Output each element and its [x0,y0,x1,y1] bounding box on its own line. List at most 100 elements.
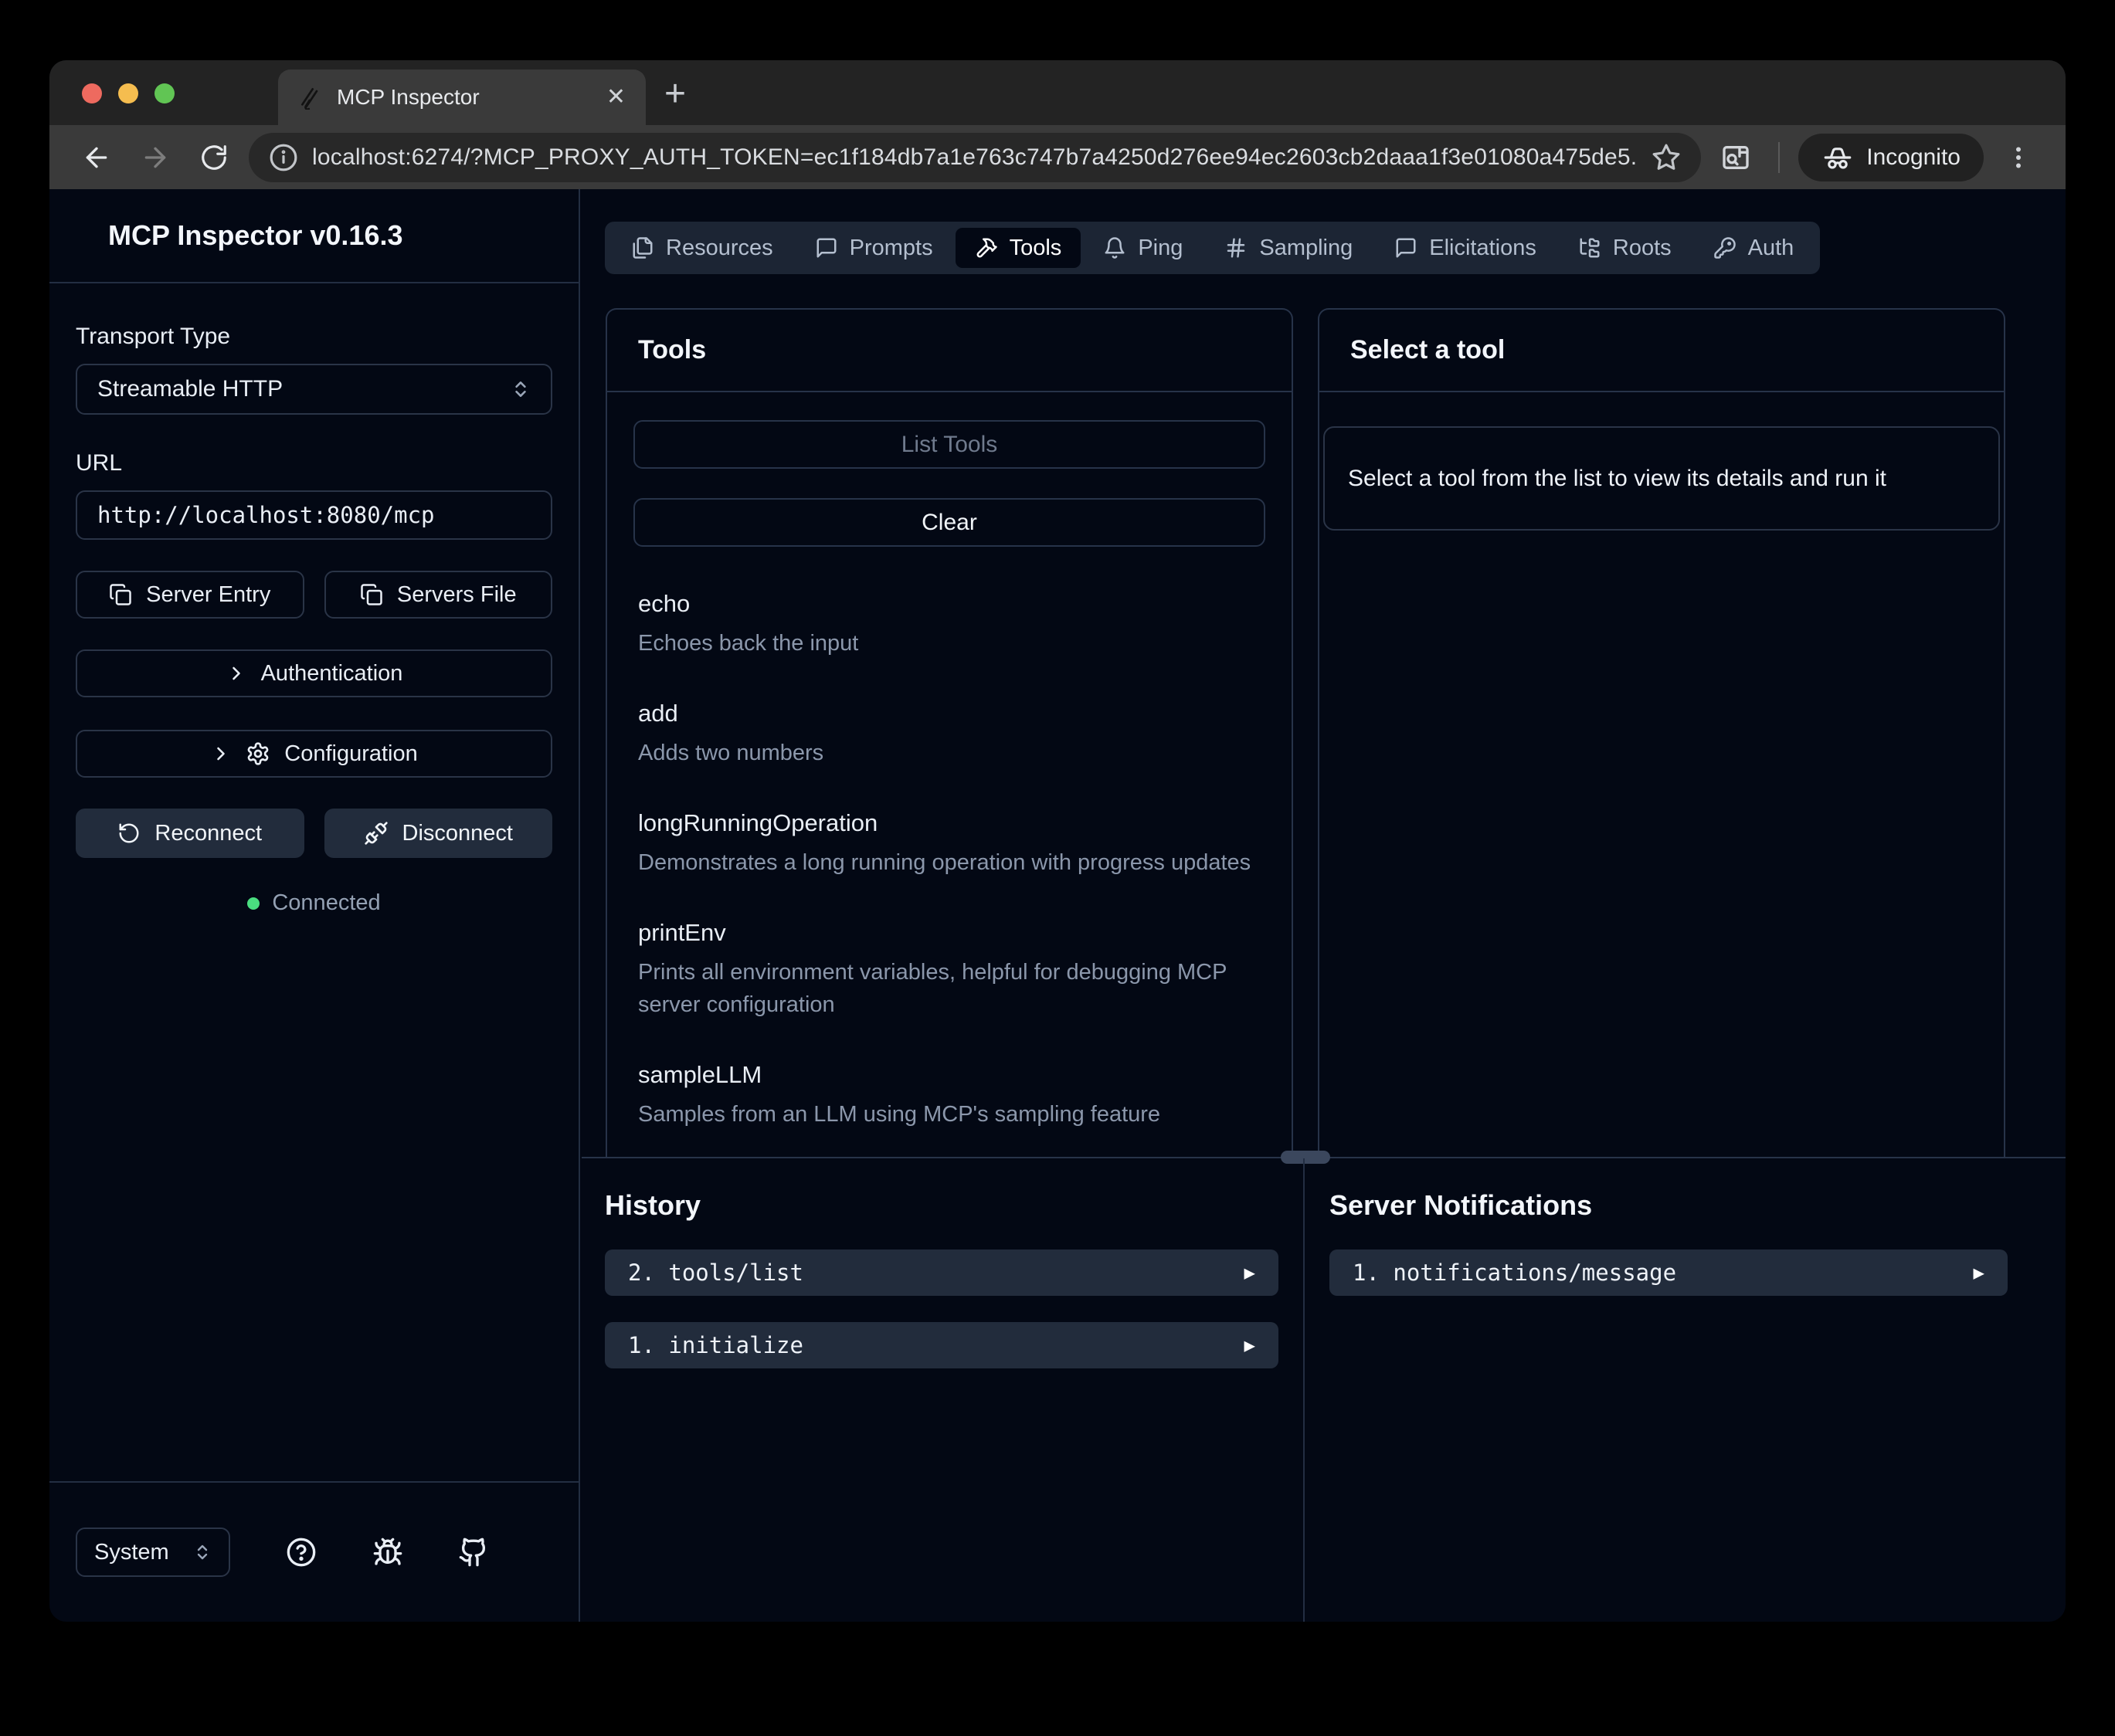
theme-select[interactable]: System [76,1527,230,1577]
copy-icon-label: Server Entry [146,582,270,608]
close-window-button[interactable] [82,83,102,103]
incognito-badge: Incognito [1798,134,1984,181]
tools-panel: Tools List Tools Clear echo Echoes back … [606,308,1293,1157]
browser-tabstrip: MCP Inspector ✕ + [49,60,2066,125]
browser-menu-icon[interactable] [1994,134,2042,181]
browser-tab[interactable]: MCP Inspector ✕ [278,70,646,125]
tabs-list: Resources Prompts Tools Ping Sampling [605,222,1820,274]
sidebar: MCP Inspector v0.16.3 Transport Type Str… [49,189,580,1622]
address-bar[interactable]: localhost:6274/?MCP_PROXY_AUTH_TOKEN=ec1… [249,133,1701,182]
message-square-icon [1394,236,1417,259]
tool-list: echo Echoes back the input add Adds two … [633,547,1265,1131]
tool-details-title: Select a tool [1350,335,1505,365]
folder-tree-icon [1578,236,1601,259]
toolbar-separator [1778,142,1780,173]
browser-window: MCP Inspector ✕ + localhost:6274/?MCP_PR… [49,60,2066,1622]
tool-details-panel: Select a tool Select a tool from the lis… [1318,308,2005,1157]
history-panel: History 2. tools/list ▶ 1. initialize ▶ [605,1158,1278,1622]
tool-item-add[interactable]: add Adds two numbers [638,700,1261,769]
sidebar-footer: System [49,1481,579,1622]
status-text: Connected [272,890,380,916]
message-square-icon [815,236,838,259]
tab-close-icon[interactable]: ✕ [606,86,626,109]
back-icon[interactable] [73,134,121,181]
transport-type-select[interactable]: Streamable HTTP [76,364,552,415]
tool-details-header: Select a tool [1319,310,2004,392]
restart-icon [117,822,141,845]
tab-sampling[interactable]: Sampling [1205,228,1372,268]
tools-panel-header: Tools [607,310,1292,392]
url-text[interactable]: localhost:6274/?MCP_PROXY_AUTH_TOKEN=ec1… [312,144,1638,171]
incognito-label: Incognito [1866,144,1961,171]
bookmark-star-icon[interactable] [1652,143,1681,172]
github-icon[interactable] [458,1537,489,1568]
server-notifications-title: Server Notifications [1329,1189,2008,1222]
connection-status: Connected [76,890,552,916]
tab-resources[interactable]: Resources [612,228,793,268]
theme-value: System [94,1540,169,1565]
side-panel-icon[interactable] [1712,134,1760,181]
bell-icon [1103,236,1126,259]
tab-auth[interactable]: Auth [1694,228,1814,268]
tab-elicitations[interactable]: Elicitations [1375,228,1556,268]
tab-ping[interactable]: Ping [1084,228,1202,268]
transport-type-value: Streamable HTTP [97,376,283,402]
sidebar-body: Transport Type Streamable HTTP URL http:… [49,283,579,916]
servers-file-button[interactable]: Servers File [324,571,553,619]
new-tab-button[interactable]: + [664,73,686,115]
tool-item-samplellm[interactable]: sampleLLM Samples from an LLM using MCP'… [638,1061,1261,1131]
sidebar-header: MCP Inspector v0.16.3 [49,189,579,283]
notification-item-message[interactable]: 1. notifications/message ▶ [1329,1249,2008,1296]
bug-report-icon[interactable] [372,1537,403,1568]
maximize-window-button[interactable] [154,83,175,103]
history-item-tools-list[interactable]: 2. tools/list ▶ [605,1249,1278,1296]
hash-icon [1224,236,1248,259]
reconnect-button[interactable]: Reconnect [76,809,304,858]
clear-tools-button[interactable]: Clear [633,498,1265,547]
tools-panel-title: Tools [638,335,706,365]
tool-item-longrunningoperation[interactable]: longRunningOperation Demonstrates a long… [638,809,1261,879]
hammer-icon [975,236,998,259]
unplug-icon [364,821,389,846]
main-area: Resources Prompts Tools Ping Sampling [582,189,2066,1622]
site-info-icon[interactable] [269,143,298,172]
incognito-icon [1821,141,1854,174]
help-icon[interactable] [286,1537,317,1568]
reload-icon[interactable] [190,134,238,181]
configuration-expander[interactable]: Configuration [76,730,552,778]
server-entry-button[interactable]: Server Entry [76,571,304,619]
status-dot [247,897,260,910]
expand-arrow-icon: ▶ [1974,1262,1984,1283]
tab-tools[interactable]: Tools [956,228,1081,268]
tool-item-printenv[interactable]: printEnv Prints all environment variable… [638,919,1261,1021]
url-label: URL [76,450,552,476]
server-notifications-panel: Server Notifications 1. notifications/me… [1329,1158,2008,1622]
server-url-value: http://localhost:8080/mcp [97,502,435,528]
authentication-expander[interactable]: Authentication [76,649,552,697]
expand-arrow-icon: ▶ [1244,1262,1255,1283]
expand-arrow-icon: ▶ [1244,1334,1255,1356]
window-controls [82,83,175,103]
files-icon [631,236,654,259]
chevron-right-icon [226,663,247,684]
tab-prompts[interactable]: Prompts [796,228,952,268]
tool-item-echo[interactable]: echo Echoes back the input [638,590,1261,659]
favicon-mcp-logo-icon [298,85,323,110]
key-icon [1713,236,1736,259]
disconnect-button[interactable]: Disconnect [324,809,553,858]
server-url-input[interactable]: http://localhost:8080/mcp [76,490,552,540]
minimize-window-button[interactable] [118,83,138,103]
app-content: MCP Inspector v0.16.3 Transport Type Str… [49,189,2066,1622]
history-item-initialize[interactable]: 1. initialize ▶ [605,1322,1278,1368]
tool-details-placeholder: Select a tool from the list to view its … [1323,426,2000,531]
gear-icon [246,741,270,766]
tab-title: MCP Inspector [337,85,592,110]
list-tools-button[interactable]: List Tools [633,420,1265,469]
browser-toolbar: localhost:6274/?MCP_PROXY_AUTH_TOKEN=ec1… [49,125,2066,189]
tab-roots[interactable]: Roots [1559,228,1691,268]
chevrons-up-down-icon [193,1543,212,1561]
transport-type-label: Transport Type [76,324,552,350]
forward-icon[interactable] [131,134,179,181]
app-title: MCP Inspector v0.16.3 [108,219,403,252]
chevron-right-icon [210,743,232,765]
